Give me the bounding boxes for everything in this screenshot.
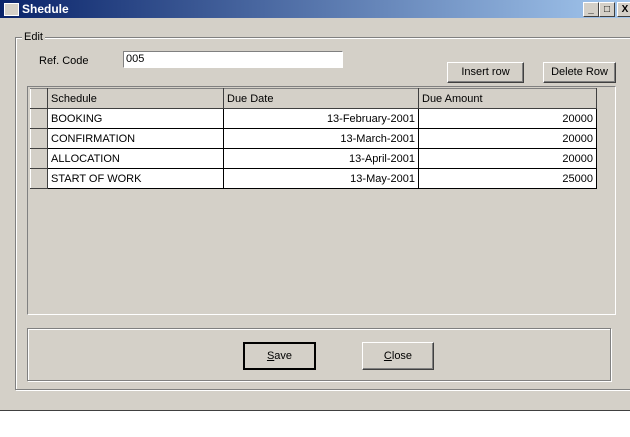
column-header-due-amount[interactable]: Due Amount [418,88,597,109]
cell-due-amount[interactable]: 20000 [418,128,597,149]
cell-due-amount[interactable]: 25000 [418,168,597,189]
button-panel [27,328,611,381]
table-row[interactable]: START OF WORK 13-May-2001 25000 [30,168,597,189]
close-window-button[interactable]: X [617,2,630,17]
delete-row-button[interactable]: Delete Row [543,62,616,83]
cell-schedule[interactable]: ALLOCATION [47,148,224,169]
title-bar[interactable]: Shedule _ □ X [0,0,630,18]
cell-due-amount[interactable]: 20000 [418,108,597,129]
save-label: ave [274,350,293,362]
close-mnemonic: C [383,350,392,362]
row-selector[interactable] [30,128,48,149]
grid-header: Schedule Due Date Due Amount [30,88,597,109]
cell-schedule[interactable]: BOOKING [47,108,224,129]
maximize-button[interactable]: □ [599,2,615,17]
cell-due-date[interactable]: 13-April-2001 [223,148,419,169]
row-selector[interactable] [30,168,48,189]
table-row[interactable]: CONFIRMATION 13-March-2001 20000 [30,128,597,149]
close-label: lose [391,350,413,362]
cell-schedule[interactable]: START OF WORK [47,168,224,189]
cell-schedule[interactable]: CONFIRMATION [47,128,224,149]
insert-row-button[interactable]: Insert row [447,62,524,83]
schedule-window: Shedule _ □ X Edit Ref. Code 005 Insert … [0,0,630,411]
row-selector[interactable] [30,108,48,129]
close-button[interactable]: Close [362,342,434,370]
schedule-grid[interactable]: Schedule Due Date Due Amount BOOKING 13-F… [27,86,616,315]
save-button[interactable]: Save [243,342,316,370]
table-row[interactable]: ALLOCATION 13-April-2001 20000 [30,148,597,169]
row-selector-header [30,88,48,109]
cell-due-amount[interactable]: 20000 [418,148,597,169]
ref-code-input[interactable]: 005 [123,51,343,68]
cell-due-date[interactable]: 13-May-2001 [223,168,419,189]
table-row[interactable]: BOOKING 13-February-2001 20000 [30,108,597,129]
cell-due-date[interactable]: 13-February-2001 [223,108,419,129]
ref-code-label: Ref. Code [39,55,89,67]
column-header-due-date[interactable]: Due Date [223,88,419,109]
minimize-button[interactable]: _ [583,2,599,17]
column-header-schedule[interactable]: Schedule [47,88,224,109]
app-icon [4,3,19,16]
cell-due-date[interactable]: 13-March-2001 [223,128,419,149]
window-title: Shedule [22,2,69,16]
row-selector[interactable] [30,148,48,169]
edit-group-legend: Edit [22,31,45,43]
